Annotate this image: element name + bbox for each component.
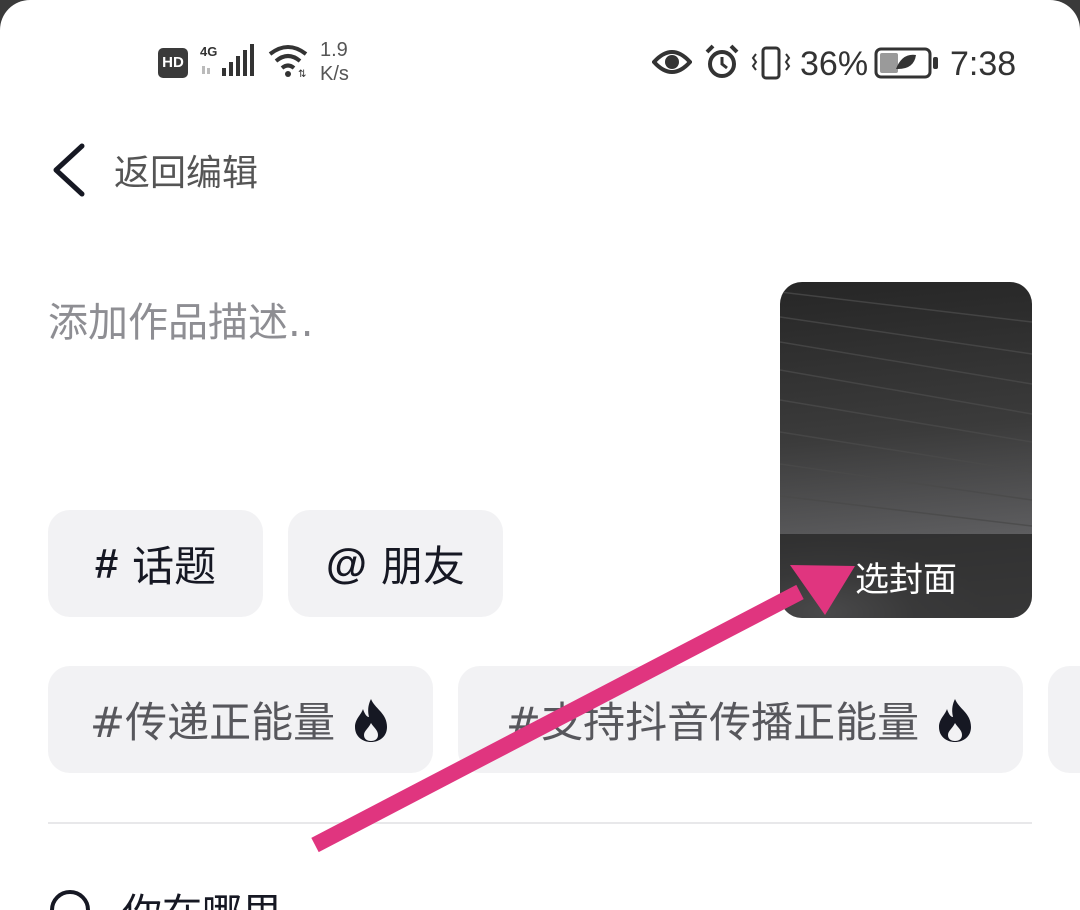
hash-icon: # (94, 539, 119, 587)
hashtag-label: #支持抖音传播正能量 (505, 698, 920, 747)
chevron-left-icon (53, 143, 85, 197)
speed-value: 1.9 (320, 39, 348, 61)
fire-icon (355, 698, 388, 742)
topic-button[interactable]: # 话题 (48, 510, 263, 617)
fire-icon (939, 698, 972, 742)
friend-label: 朋友 (380, 542, 465, 591)
hashtag-suggestion-partial[interactable] (1048, 666, 1080, 773)
eye-icon (652, 50, 692, 74)
clock: 7:38 (950, 45, 1017, 83)
cover-picker[interactable]: 选封面 (780, 282, 1032, 618)
cover-thumbnail (780, 291, 1032, 527)
signal-icon: 4G (200, 44, 254, 76)
speed-unit: K/s (320, 63, 349, 85)
hashtag-label: #传递正能量 (89, 698, 336, 747)
svg-text:4G: 4G (200, 44, 217, 59)
hashtag-suggestion[interactable]: #支持抖音传播正能量 (458, 666, 1023, 773)
divider (48, 822, 1032, 824)
location-row[interactable]: 你在哪里 (48, 880, 282, 910)
topic-label: 话题 (132, 542, 217, 591)
alarm-icon (705, 44, 739, 78)
hashtag-suggestion[interactable]: #传递正能量 (48, 666, 433, 773)
publish-screen: HD 4G ⇅ 1.9 K/s 36% 7:38 返回编辑 添加作品描述.. 选… (0, 0, 1080, 910)
hd-icon: HD (158, 48, 188, 78)
back-label: 返回编辑 (114, 153, 259, 194)
at-icon: @ (326, 539, 367, 587)
wifi-icon: ⇅ (268, 45, 308, 78)
back-to-edit-button[interactable]: 返回编辑 (48, 140, 258, 200)
svg-text:⇅: ⇅ (298, 69, 306, 78)
description-input[interactable]: 添加作品描述.. (48, 290, 313, 348)
network-speed: 1.9 K/s (320, 38, 349, 86)
vibrate-icon (751, 46, 791, 80)
battery-icon (874, 47, 938, 79)
battery-percent: 36% (800, 45, 869, 83)
status-bar: HD 4G ⇅ 1.9 K/s 36% 7:38 (0, 0, 1080, 120)
select-cover-label: 选封面 (780, 534, 1032, 618)
mention-friend-button[interactable]: @ 朋友 (288, 510, 503, 617)
location-label: 你在哪里 (122, 881, 282, 910)
location-icon (50, 890, 90, 910)
